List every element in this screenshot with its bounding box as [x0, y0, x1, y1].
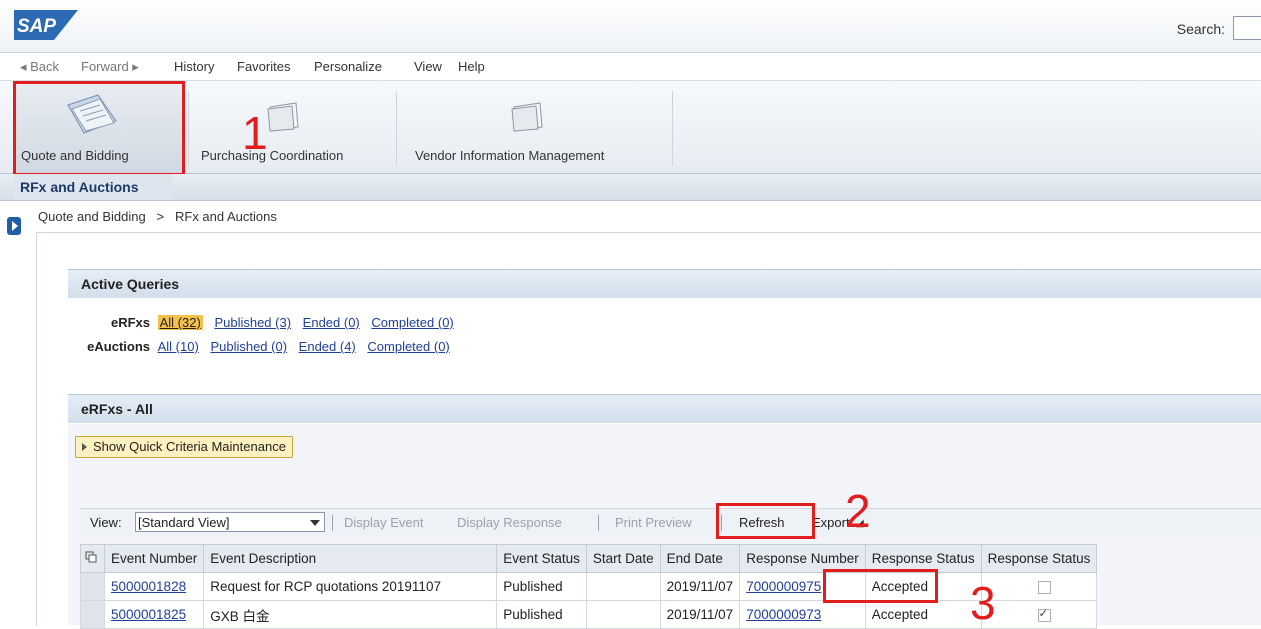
divider [188, 91, 189, 166]
expand-navigation-icon[interactable] [7, 217, 21, 235]
folder-icon [267, 102, 299, 132]
event-description: Request for RCP quotations 20191107 [203, 572, 498, 601]
col-event-description[interactable]: Event Description [203, 544, 498, 573]
chevron-down-icon [310, 520, 320, 526]
table-row[interactable]: 5000001828 Request for RCP quotations 20… [80, 572, 1098, 601]
erfx-ended-link[interactable]: Ended (0) [303, 315, 360, 330]
expand-arrow-icon [82, 443, 87, 451]
tab-rfx-and-auctions[interactable]: RFx and Auctions [14, 174, 172, 200]
eauction-query-row: eAuctions All (10) Published (0) Ended (… [80, 339, 454, 354]
tile-purchasing-coordination[interactable]: Purchasing Coordination [190, 81, 394, 173]
breadcrumb: Quote and Bidding > RFx and Auctions [38, 209, 277, 224]
annotation-number-2: 2 [845, 485, 871, 537]
menu-bar: ◂ Back Forward ▸ History Favorites Perso… [0, 53, 1261, 81]
end-date: 2019/11/07 [659, 600, 741, 629]
breadcrumb-quote-and-bidding[interactable]: Quote and Bidding [38, 209, 146, 224]
breadcrumb-separator: > [156, 209, 165, 224]
folder-icon [511, 102, 543, 132]
subtab-bar: RFx and Auctions [0, 174, 1261, 201]
display-response-button[interactable]: Display Response [457, 515, 562, 530]
erfx-all-link[interactable]: All (32) [157, 315, 203, 330]
start-date [585, 572, 661, 601]
search-input[interactable] [1233, 16, 1261, 40]
back-button[interactable]: ◂ Back [20, 59, 59, 75]
table-header-row: Event Number Event Description Event Sta… [80, 544, 1098, 573]
erfx-published-link[interactable]: Published (3) [214, 315, 291, 330]
view-select-value: [Standard View] [138, 515, 230, 530]
col-response-status-2[interactable]: Response Status [980, 544, 1098, 573]
divider [672, 91, 673, 166]
tile-label: Quote and Bidding [21, 148, 129, 163]
active-queries-header: Active Queries [68, 269, 1261, 298]
svg-text:SAP: SAP [17, 16, 56, 37]
col-end-date[interactable]: End Date [659, 544, 741, 573]
refresh-button[interactable]: Refresh [739, 515, 785, 530]
response-status: Accepted [864, 600, 982, 629]
annotation-number-3: 3 [970, 577, 996, 629]
erfx-panel-header: eRFxs - All [68, 394, 1261, 423]
response-number-link[interactable]: 7000000975 [746, 579, 821, 594]
print-preview-button[interactable]: Print Preview [615, 515, 692, 530]
response-status-checkbox [1037, 580, 1051, 594]
search-label: Search: [1176, 21, 1225, 37]
separator [598, 515, 599, 531]
tile-quote-and-bidding[interactable]: Quote and Bidding [14, 81, 184, 173]
separator [332, 515, 333, 531]
event-status: Published [496, 600, 587, 629]
event-status: Published [496, 572, 587, 601]
menu-personalize[interactable]: Personalize [314, 59, 382, 74]
view-label: View: [90, 515, 122, 530]
col-start-date[interactable]: Start Date [585, 544, 661, 573]
tile-label: Vendor Information Management [415, 148, 605, 163]
view-select[interactable]: [Standard View] [135, 512, 325, 532]
forward-button[interactable]: Forward ▸ [81, 59, 139, 75]
eauction-label: eAuctions [87, 339, 150, 354]
launchpad: Quote and Bidding Purchasing Coordinatio… [0, 81, 1261, 174]
menu-history[interactable]: History [174, 59, 214, 74]
row-selector[interactable] [80, 572, 105, 601]
end-date: 2019/11/07 [659, 572, 741, 601]
col-event-status[interactable]: Event Status [496, 544, 587, 573]
tile-label: Purchasing Coordination [201, 148, 344, 163]
export-button[interactable]: Export [812, 515, 850, 530]
start-date [585, 600, 661, 629]
breadcrumb-rfx-and-auctions: RFx and Auctions [174, 209, 277, 224]
eauction-completed-link[interactable]: Completed (0) [367, 339, 449, 354]
sap-logo: SAP [14, 10, 78, 40]
separator [721, 515, 722, 531]
response-number-link[interactable]: 7000000973 [746, 607, 821, 622]
col-event-number[interactable]: Event Number [103, 544, 205, 573]
table-row[interactable]: 5000001825 GXB 白金 Published 2019/11/07 7… [80, 600, 1098, 629]
table-settings-icon[interactable] [80, 544, 105, 573]
erfx-completed-link[interactable]: Completed (0) [371, 315, 453, 330]
eauction-all-link[interactable]: All (10) [158, 339, 199, 354]
row-selector[interactable] [80, 600, 105, 629]
annotation-number-1: 1 [242, 107, 268, 159]
col-response-number[interactable]: Response Number [739, 544, 866, 573]
event-number-link[interactable]: 5000001825 [111, 607, 186, 622]
top-header: SAP Search: [0, 0, 1261, 53]
show-quick-criteria-button[interactable]: Show Quick Criteria Maintenance [75, 436, 293, 458]
table-toolbar: View: [Standard View] Display Event Disp… [80, 508, 1261, 537]
documents-icon [67, 94, 117, 134]
event-description: GXB 白金 [203, 600, 498, 629]
display-event-button[interactable]: Display Event [344, 515, 423, 530]
eauction-ended-link[interactable]: Ended (4) [299, 339, 356, 354]
menu-favorites[interactable]: Favorites [237, 59, 290, 74]
events-table: Event Number Event Description Event Sta… [80, 544, 1098, 629]
event-number-link[interactable]: 5000001828 [111, 579, 186, 594]
erfx-label: eRFxs [110, 315, 150, 330]
erfx-query-row: eRFxs All (32) Published (3) Ended (0) C… [80, 315, 458, 330]
tile-vendor-information-management[interactable]: Vendor Information Management [398, 81, 670, 173]
eauction-published-link[interactable]: Published (0) [210, 339, 287, 354]
menu-help[interactable]: Help [458, 59, 485, 74]
quick-criteria-label: Show Quick Criteria Maintenance [93, 439, 286, 454]
col-response-status[interactable]: Response Status [864, 544, 982, 573]
menu-view[interactable]: View [414, 59, 442, 74]
response-status-checkbox [1037, 607, 1051, 622]
divider [396, 91, 397, 166]
response-status: Accepted [864, 572, 982, 601]
